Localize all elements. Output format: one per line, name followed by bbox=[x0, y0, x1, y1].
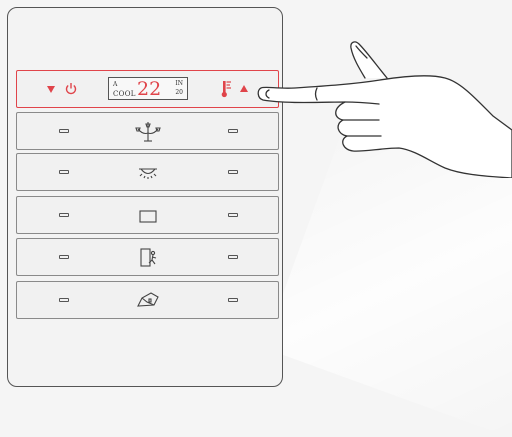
indoor-value: 20 bbox=[175, 89, 183, 96]
mode-label: COOL bbox=[113, 90, 136, 98]
indicator-right bbox=[228, 170, 238, 174]
indicator-right bbox=[228, 129, 238, 133]
indicator-left bbox=[59, 213, 69, 217]
scene-button-leave[interactable] bbox=[16, 238, 279, 276]
up-arrow-icon[interactable] bbox=[240, 85, 248, 92]
scene-button-home[interactable] bbox=[16, 281, 279, 319]
mode-letter: A bbox=[113, 81, 118, 88]
down-arrow-icon[interactable] bbox=[47, 86, 55, 93]
thermometer-icon bbox=[221, 81, 231, 98]
light-button-ceiling[interactable] bbox=[16, 153, 279, 191]
rectangle-icon bbox=[139, 210, 157, 223]
ceiling-light-icon bbox=[139, 168, 157, 179]
door-exit-icon bbox=[140, 248, 157, 267]
pointing-hand-icon bbox=[257, 41, 512, 178]
indicator-left bbox=[59, 298, 69, 302]
wall-switch-panel: A COOL 22 IN 20 bbox=[7, 7, 283, 387]
light-button-panel[interactable] bbox=[16, 196, 279, 234]
indicator-left bbox=[59, 170, 69, 174]
indicator-left bbox=[59, 255, 69, 259]
house-icon bbox=[137, 292, 159, 307]
indoor-label: IN bbox=[175, 80, 183, 87]
indicator-left bbox=[59, 129, 69, 133]
indicator-right bbox=[228, 255, 238, 259]
thermostat-row[interactable]: A COOL 22 IN 20 bbox=[16, 70, 279, 108]
power-icon[interactable] bbox=[65, 82, 77, 95]
temperature-value: 22 bbox=[137, 78, 162, 100]
light-button-chandelier[interactable] bbox=[16, 112, 279, 150]
indicator-right bbox=[228, 213, 238, 217]
indicator-right bbox=[228, 298, 238, 302]
chandelier-icon bbox=[135, 122, 161, 142]
thermostat-display: A COOL 22 IN 20 bbox=[108, 77, 188, 100]
